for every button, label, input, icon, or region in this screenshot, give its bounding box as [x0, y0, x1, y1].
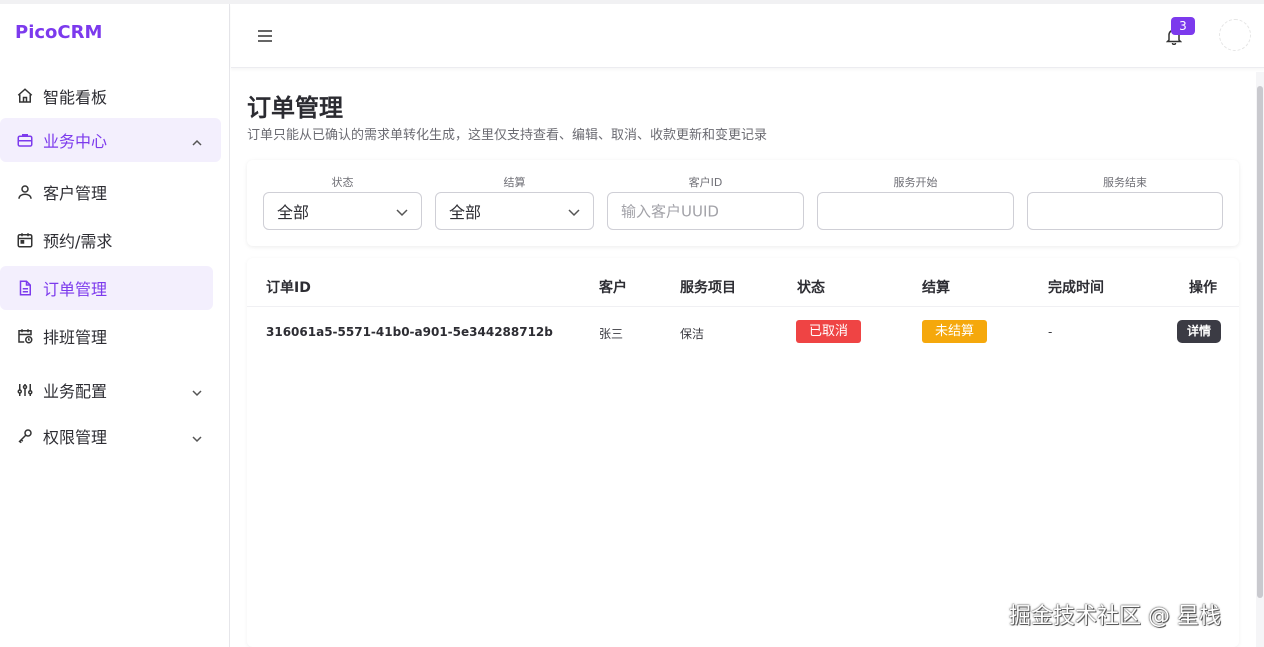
service-start-input[interactable]: [817, 192, 1014, 230]
sidebar-item-label: 预约/需求: [43, 232, 113, 251]
sidebar-item-orders[interactable]: 订单管理: [0, 266, 213, 310]
chevron-up-icon: [191, 134, 203, 146]
customer-id-label: 客户ID: [688, 176, 723, 189]
column-header-status: 状态: [797, 280, 825, 296]
sidebar-item-appointments[interactable]: 预约/需求: [0, 218, 221, 262]
column-header-settlement: 结算: [922, 280, 950, 296]
filter-panel: 状态 全部 结算 全部 客户ID 输入客户UUID 服务开始 服务结束: [247, 160, 1239, 246]
order-id-cell: 316061a5-5571-41b0-a901-5e344288712b: [266, 325, 553, 339]
sidebar-item-label: 智能看板: [43, 88, 108, 107]
avatar[interactable]: [1219, 19, 1251, 51]
status-filter-value: 全部: [277, 203, 310, 222]
sidebar-item-label: 权限管理: [43, 428, 108, 447]
sidebar-item-scheduling[interactable]: 排班管理: [0, 314, 221, 358]
status-filter-select[interactable]: 全部: [263, 192, 422, 230]
status-badge: 已取消: [796, 320, 862, 343]
column-header-service: 服务项目: [680, 280, 736, 296]
top-header: 3: [231, 4, 1264, 68]
sidebar-item-label: 业务配置: [43, 382, 108, 401]
chevron-down-icon: [395, 204, 409, 218]
scrollbar-thumb[interactable]: [1257, 86, 1263, 598]
settlement-filter-value: 全部: [449, 203, 482, 222]
sidebar-item-customers[interactable]: 客户管理: [0, 170, 221, 214]
column-header-completed-at: 完成时间: [1048, 280, 1104, 296]
document-icon: [16, 279, 34, 297]
sidebar-item-dashboard[interactable]: 智能看板: [0, 74, 229, 118]
header-divider: [247, 306, 1239, 307]
sidebar-item-business-config[interactable]: 业务配置: [0, 368, 221, 412]
column-header-customer: 客户: [599, 280, 627, 296]
completed-at-cell: -: [1048, 325, 1053, 339]
notification-badge: 3: [1171, 17, 1195, 35]
sliders-icon: [16, 381, 34, 399]
service-end-input[interactable]: [1027, 192, 1223, 230]
brand-logo[interactable]: PicoCRM: [15, 22, 102, 43]
chevron-down-icon: [567, 204, 581, 218]
service-start-label: 服务开始: [893, 176, 938, 189]
detail-button[interactable]: 详情: [1177, 320, 1222, 343]
chevron-down-icon: [191, 430, 203, 443]
settlement-filter-select[interactable]: 全部: [435, 192, 594, 230]
service-cell: 保洁: [680, 327, 705, 341]
orders-table: 订单ID 客户 服务项目 状态 结算 完成时间 操作 316061a5-5571…: [247, 258, 1239, 647]
sidebar-item-permissions[interactable]: 权限管理: [0, 414, 221, 458]
watermark: 掘金技术社区 @ 星栈: [1009, 604, 1221, 629]
briefcase-icon: [16, 131, 34, 149]
settlement-badge: 未结算: [922, 320, 988, 343]
sidebar-item-label: 客户管理: [43, 184, 108, 203]
sidebar: PicoCRM 智能看板 业务中心 客户管理 预约/需求 订单管理 排班管理 业…: [0, 4, 230, 647]
home-icon: [16, 87, 34, 105]
page-title: 订单管理: [247, 94, 343, 122]
status-filter-label: 状态: [331, 176, 354, 189]
sidebar-item-label: 业务中心: [43, 132, 108, 151]
user-icon: [16, 183, 34, 201]
sidebar-item-business-center[interactable]: 业务中心: [0, 118, 221, 162]
settlement-filter-label: 结算: [503, 176, 526, 189]
customer-id-placeholder: 输入客户UUID: [621, 202, 719, 221]
hamburger-menu-icon[interactable]: [257, 28, 273, 42]
page-subtitle: 订单只能从已确认的需求单转化生成，这里仅支持查看、编辑、取消、收款更新和变更记录: [247, 128, 768, 143]
service-end-label: 服务结束: [1103, 176, 1147, 189]
sidebar-item-label: 订单管理: [43, 280, 108, 299]
customer-cell: 张三: [599, 327, 624, 341]
calendar-icon: [16, 231, 34, 249]
sidebar-item-label: 排班管理: [43, 328, 108, 347]
chevron-down-icon: [191, 384, 203, 397]
customer-id-input[interactable]: 输入客户UUID: [607, 192, 804, 230]
calendar-clock-icon: [16, 327, 34, 345]
column-header-actions: 操作: [1189, 280, 1217, 296]
key-icon: [16, 427, 34, 445]
column-header-order-id: 订单ID: [266, 280, 311, 296]
